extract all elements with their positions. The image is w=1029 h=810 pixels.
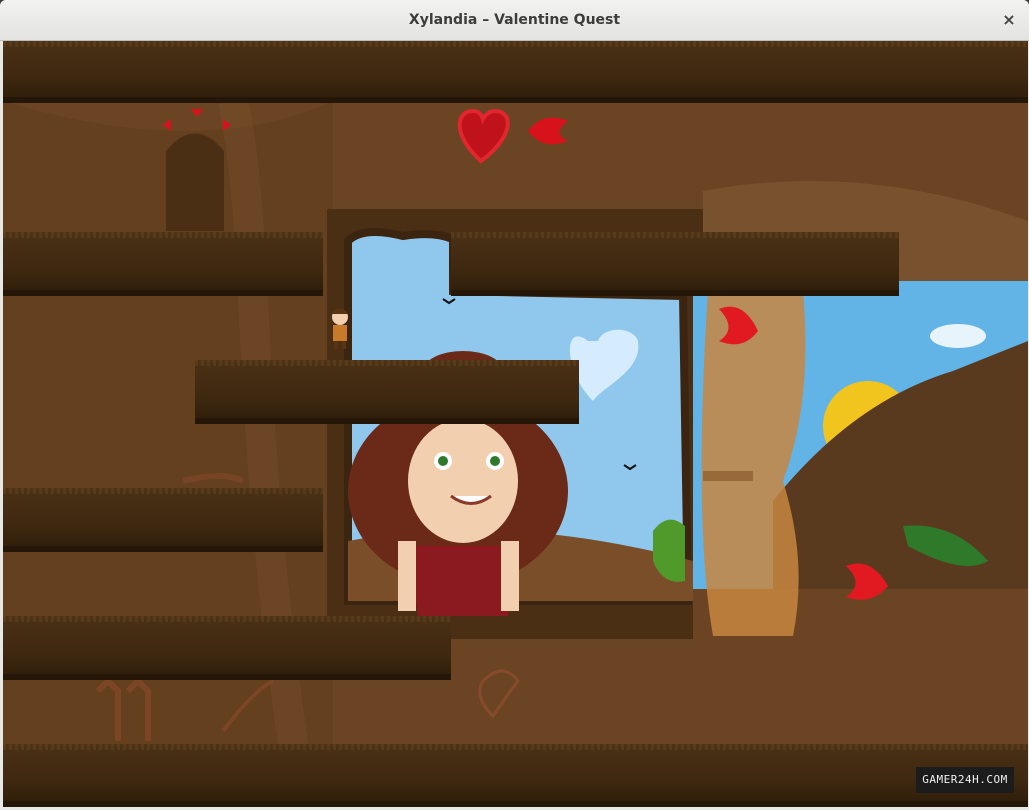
platform-floor <box>3 744 1028 807</box>
game-canvas[interactable]: GAMER24H.COM <box>3 41 1028 807</box>
platform-ceiling <box>3 41 1028 103</box>
platform-middle <box>195 360 579 424</box>
cloud-right <box>930 324 986 348</box>
watermark: GAMER24H.COM <box>916 767 1014 793</box>
exit-door <box>166 133 224 231</box>
close-icon[interactable]: × <box>999 10 1019 30</box>
platform-upper-left <box>3 232 323 296</box>
platform-mid-left <box>3 488 323 552</box>
title-bar[interactable]: Xylandia – Valentine Quest × <box>0 0 1029 41</box>
game-window: Xylandia – Valentine Quest × GAMER24H.CO… <box>0 0 1029 810</box>
curtain-tie <box>703 471 753 481</box>
platform-lower-left <box>3 616 451 680</box>
platform-upper-right <box>451 232 899 296</box>
window-title: Xylandia – Valentine Quest <box>408 12 621 28</box>
game-scene <box>3 41 1028 807</box>
